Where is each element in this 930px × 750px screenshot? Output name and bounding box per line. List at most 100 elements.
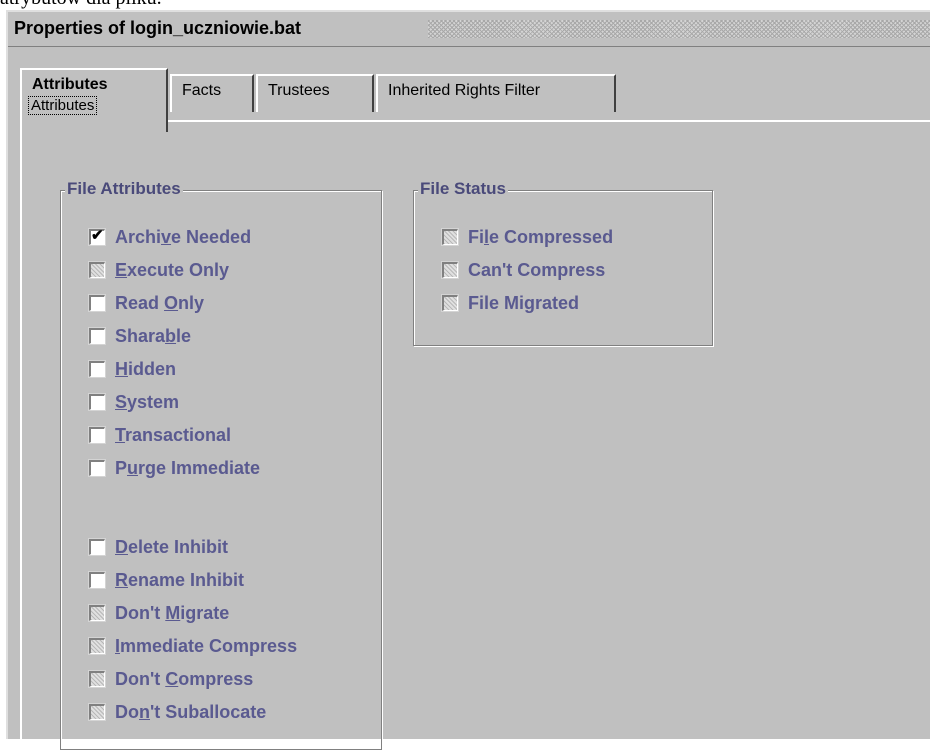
checkbox-don-t-compress: Don't Compress (88, 669, 253, 695)
label-part: 't Suballocate (150, 702, 267, 722)
checkbox-delete-inhibit[interactable]: Delete Inhibit (88, 537, 228, 563)
tab-facts[interactable]: Facts (170, 74, 254, 112)
checkbox-box (441, 261, 459, 279)
checkbox-box[interactable] (88, 393, 106, 411)
file-status-group: File Status File Compressed Can't Compres… (413, 179, 713, 346)
checkbox-execute-only: Execute Only (88, 260, 229, 286)
checkbox-label: Don't Migrate (115, 603, 229, 623)
checkbox-box (88, 637, 106, 655)
checkbox-box[interactable] (88, 571, 106, 589)
checkbox-label: Delete Inhibit (115, 537, 228, 557)
label-part: e Compressed (489, 227, 614, 247)
label-part: Can't Compress (468, 260, 606, 280)
checkbox-label: File Migrated (468, 293, 579, 313)
checkbox-box (88, 703, 106, 721)
label-part: mmediate Compress (120, 636, 298, 656)
checkbox-label: Sharable (115, 326, 191, 346)
properties-dialog: Properties of login_uczniowie.bat Attrib… (6, 10, 930, 750)
checkbox-read-only[interactable]: Read Only (88, 293, 204, 319)
checkbox-label: Can't Compress (468, 260, 605, 280)
checkbox-label: Don't Compress (115, 669, 253, 689)
tab-inherited-rights-filter[interactable]: Inherited Rights Filter (376, 74, 616, 112)
checkbox-label: Don't Suballocate (115, 702, 266, 722)
label-part: ystem (127, 392, 180, 412)
label-mnemonic: M (165, 603, 181, 623)
checkbox-hidden[interactable]: Hidden (88, 359, 176, 385)
checkbox-immediate-compress: Immediate Compress (88, 636, 297, 662)
label-part: ompress (178, 669, 254, 689)
label-part: elete Inhibit (128, 537, 229, 557)
checkbox-archive-needed[interactable]: Archive Needed (88, 226, 251, 253)
window-title: Properties of login_uczniowie.bat (14, 18, 302, 38)
label-mnemonic: O (164, 293, 179, 313)
checkbox-label: Execute Only (115, 260, 229, 280)
label-mnemonic: D (115, 537, 128, 557)
checkbox-label: Read Only (115, 293, 204, 313)
document-background-text: atrybutów dla pliku. (0, 0, 930, 10)
tab-trustees-label: Trustees (268, 82, 330, 99)
tab-facts-label: Facts (182, 82, 222, 99)
checkbox-don-t-suballocate: Don't Suballocate (88, 702, 266, 728)
label-mnemonic: T (115, 425, 126, 445)
checkbox-box (88, 670, 106, 688)
checkbox-sharable[interactable]: Sharable (88, 326, 191, 352)
checkbox-label: System (115, 392, 179, 412)
title-bar[interactable]: Properties of login_uczniowie.bat (8, 12, 930, 47)
tab-attributes[interactable]: Attributes Attributes (20, 68, 168, 132)
checkbox-box[interactable] (88, 360, 106, 378)
file-attributes-group: File Attributes Archive Needed Execute On… (60, 179, 382, 750)
tab-panel-left-edge (20, 120, 22, 739)
checkbox-box (88, 604, 106, 622)
checkbox-label: Archive Needed (115, 227, 251, 247)
label-part: ename Inhibit (128, 570, 245, 590)
label-part: le (176, 326, 192, 346)
checkbox-box[interactable] (88, 538, 106, 556)
label-mnemonic: C (165, 669, 179, 689)
checkbox-box (88, 261, 106, 279)
label-mnemonic: S (115, 392, 128, 412)
title-bar-grip (428, 20, 930, 38)
label-part: Archi (115, 227, 162, 247)
tab-attributes-sublabel: Attributes (28, 96, 98, 115)
label-part: xecute Only (127, 260, 230, 280)
checkbox-rename-inhibit[interactable]: Rename Inhibit (88, 570, 244, 596)
label-part: ransactional (125, 425, 232, 445)
label-part: nly (178, 293, 205, 313)
label-part: Fi (468, 227, 484, 247)
checkbox-file-compressed: File Compressed (441, 227, 613, 253)
label-part: Shara (115, 326, 166, 346)
label-part: Don't (115, 603, 166, 623)
file-attributes-legend: File Attributes (65, 179, 183, 199)
checkbox-box[interactable] (88, 226, 106, 246)
label-part: igrate (180, 603, 230, 623)
checkbox-label: Rename Inhibit (115, 570, 244, 590)
checkbox-transactional[interactable]: Transactional (88, 425, 231, 451)
checkbox-system[interactable]: System (88, 392, 179, 418)
label-mnemonic: R (115, 570, 128, 590)
checkbox-box[interactable] (88, 327, 106, 345)
checkbox-purge-immediate[interactable]: Purge Immediate (88, 458, 260, 484)
checkbox-label: Hidden (115, 359, 176, 379)
checkbox-can-t-compress: Can't Compress (441, 260, 605, 286)
label-part: Don't (115, 669, 166, 689)
checkbox-box (441, 228, 459, 246)
checkbox-box[interactable] (88, 459, 106, 477)
label-part: rge Immediate (138, 458, 261, 478)
checkbox-box[interactable] (88, 294, 106, 312)
tab-trustees[interactable]: Trustees (256, 74, 374, 112)
tab-strip: Attributes Attributes Facts Trustees Inh… (20, 68, 930, 132)
label-mnemonic: E (115, 260, 128, 280)
label-part: idden (128, 359, 176, 379)
checkbox-label: Immediate Compress (115, 636, 297, 656)
checkbox-label: File Compressed (468, 227, 613, 247)
label-part: Read (115, 293, 165, 313)
checkbox-label: Purge Immediate (115, 458, 260, 478)
checkbox-file-migrated: File Migrated (441, 293, 579, 319)
label-mnemonic: H (115, 359, 128, 379)
label-mnemonic: b (165, 326, 177, 346)
label-part: Do (115, 702, 139, 722)
checkbox-box[interactable] (88, 426, 106, 444)
checkbox-label: Transactional (115, 425, 231, 445)
label-part: File Migrated (468, 293, 580, 313)
tab-inherited-rights-filter-label: Inherited Rights Filter (388, 82, 541, 99)
